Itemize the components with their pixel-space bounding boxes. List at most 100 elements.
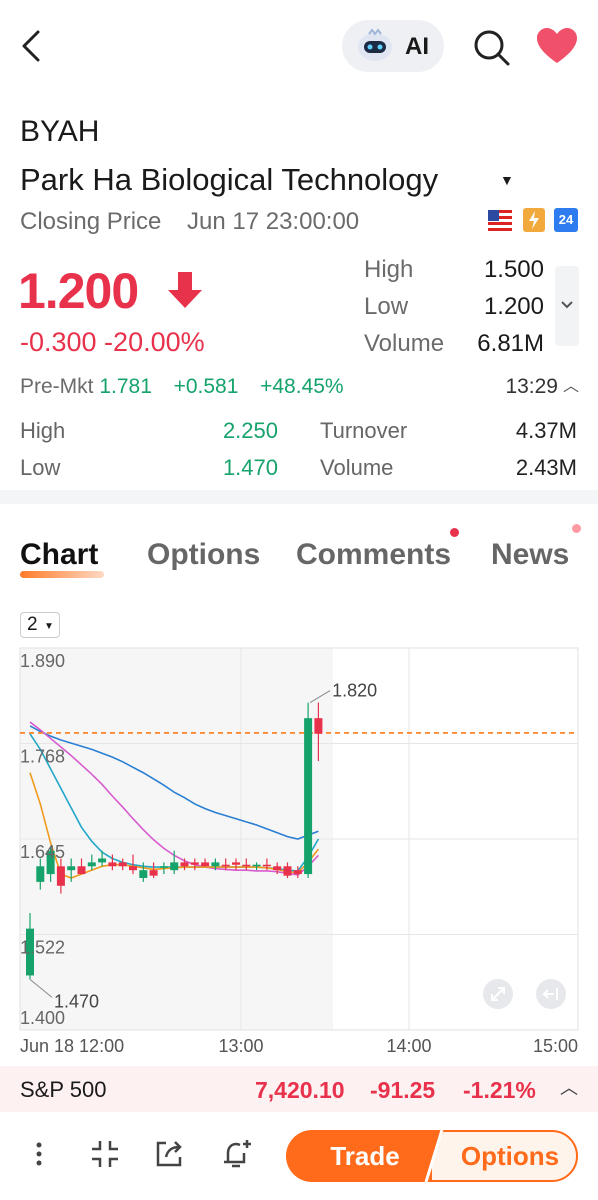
premarket-pct: +48.45% [260, 375, 344, 398]
closing-time: Jun 17 23:00:00 [187, 208, 360, 235]
x-tick-label: 15:00 [533, 1036, 578, 1056]
min-price-label: 1.470 [54, 991, 99, 1011]
y-tick-label: 1.645 [20, 842, 65, 862]
caret-down-icon[interactable]: ▼ [500, 172, 514, 188]
back-icon[interactable] [14, 26, 50, 66]
current-price: 1.200 [18, 263, 139, 319]
max-price-label: 1.820 [332, 681, 377, 701]
candle-body [149, 870, 158, 876]
x-tick-label: 13:00 [218, 1036, 263, 1056]
candle-body [283, 866, 292, 876]
x-tick-label: 14:00 [386, 1036, 431, 1056]
candle-body [56, 866, 65, 886]
chevron-up-icon[interactable]: ︿ [560, 1074, 578, 1100]
premarket-volume-label: Volume [320, 455, 394, 480]
share-icon[interactable] [152, 1137, 186, 1171]
lightning-badge-icon [523, 208, 545, 232]
collapse-icon[interactable] [88, 1137, 122, 1171]
candle-body [221, 864, 230, 867]
candle-body [190, 862, 199, 865]
scroll-to-latest-icon[interactable] [536, 979, 566, 1009]
premarket-turnover-label: Turnover [320, 418, 408, 443]
candle-body [262, 864, 271, 867]
button-separator [420, 1128, 444, 1184]
candle-body [232, 862, 240, 865]
candle-body [252, 864, 261, 867]
company-name[interactable]: Park Ha Biological Technology [20, 162, 438, 198]
premarket-change: +0.581 [173, 375, 239, 398]
section-divider [0, 490, 598, 504]
tab-comments[interactable]: Comments [296, 538, 451, 572]
premarket-label: Pre-Mkt [20, 375, 94, 398]
candle-body [108, 862, 117, 867]
candle-body [118, 862, 127, 867]
candle-body [293, 870, 302, 875]
price-chart[interactable]: 1.8901.7681.6451.5221.400Jun 18 12:00 13:… [0, 640, 598, 1062]
candle-body [201, 862, 210, 867]
chevron-up-icon[interactable]: ︿ [563, 372, 579, 396]
candle-body [129, 866, 137, 871]
candle-body [314, 718, 323, 734]
candle-body [67, 866, 76, 871]
premarket-time: 13:29 [505, 375, 558, 398]
price-change: -0.300 -20.00% [20, 327, 205, 357]
candle-body [36, 866, 45, 882]
index-change: -91.25 [370, 1077, 436, 1103]
index-pct: -1.21% [463, 1077, 536, 1103]
premarket-low-label: Low [20, 455, 61, 480]
premarket-price: 1.781 [99, 375, 152, 398]
candle-body [304, 718, 313, 875]
expand-quote-button[interactable] [555, 266, 579, 346]
premarket-row: Pre-Mkt 1.781 +0.581 +48.45% [20, 375, 344, 399]
options-button[interactable]: Options [430, 1130, 578, 1182]
low-label: Low [364, 293, 409, 320]
y-tick-label: 1.768 [20, 747, 65, 767]
candle-body [139, 870, 148, 878]
us-flag-icon [488, 210, 512, 232]
y-tick-label: 1.522 [20, 938, 65, 958]
candle-body [98, 858, 107, 863]
low-value: 1.200 [483, 293, 544, 320]
more-icon[interactable] [22, 1137, 56, 1171]
volume-value: 6.81M [477, 330, 544, 357]
active-tab-indicator [20, 571, 104, 578]
arrow-down-icon [168, 272, 202, 308]
ticker-symbol: BYAH [20, 115, 100, 148]
tab-chart[interactable]: Chart [20, 538, 98, 572]
period-selector[interactable]: 2 [20, 612, 60, 638]
x-tick-label: Jun 18 12:00 [20, 1036, 124, 1056]
premarket-high-label: High [20, 418, 66, 443]
index-value: 7,420.10 [255, 1077, 345, 1103]
candle-body [180, 862, 189, 867]
tab-options[interactable]: Options [147, 538, 260, 572]
caret-down-icon: ▼ [44, 621, 54, 632]
heart-icon[interactable] [535, 26, 579, 66]
candle-body [170, 862, 179, 871]
notification-dot [450, 528, 459, 537]
premarket-low-value: 1.470 [222, 455, 278, 480]
candle-body [242, 864, 251, 867]
premarket-turnover-value: 4.37M [515, 418, 577, 443]
candle-body [77, 866, 86, 875]
add-alert-icon[interactable] [220, 1137, 254, 1171]
search-icon[interactable] [470, 26, 512, 68]
tab-news[interactable]: News [491, 538, 569, 572]
premarket-high-value: 2.250 [222, 418, 278, 443]
fullscreen-icon[interactable] [483, 979, 513, 1009]
candle-body [273, 866, 282, 871]
high-label: High [364, 256, 414, 283]
volume-label: Volume [364, 330, 445, 357]
candle-body [159, 866, 168, 868]
closing-price-label: Closing Price [20, 208, 162, 235]
candle-body [211, 862, 220, 867]
notification-dot [572, 524, 581, 533]
high-value: 1.500 [483, 256, 544, 283]
premarket-volume-value: 2.43M [515, 455, 577, 480]
options-button-label: Options [460, 1141, 560, 1171]
period-value: 2 [27, 614, 38, 635]
index-name: S&P 500 [20, 1077, 107, 1102]
y-tick-label: 1.890 [20, 651, 65, 671]
ai-label: AI [405, 33, 429, 60]
chevron-down-icon [561, 301, 573, 309]
robot-icon [358, 28, 392, 61]
